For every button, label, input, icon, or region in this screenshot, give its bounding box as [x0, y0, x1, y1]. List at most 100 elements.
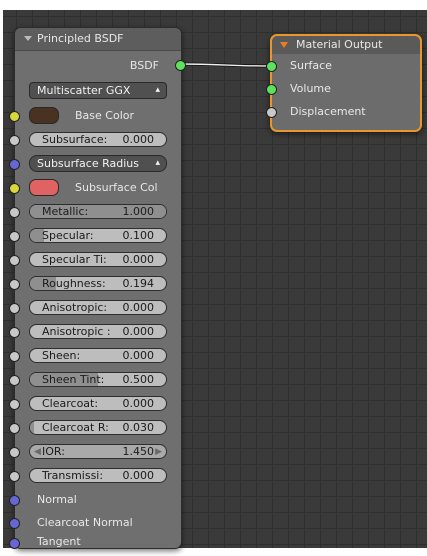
base-color-swatch[interactable]: [29, 107, 59, 124]
ior-field[interactable]: ◀ IOR: 1.450 ▶: [29, 444, 167, 459]
slider-label: Sheen:: [42, 349, 81, 362]
collapse-triangle-icon[interactable]: [280, 42, 288, 48]
subsurface-label: Subsurface:: [42, 133, 108, 146]
input-socket-tangent[interactable]: [9, 538, 20, 549]
node-title: Material Output: [296, 38, 383, 51]
input-socket[interactable]: [9, 327, 20, 338]
slider-row: Anisotropic: 0.000: [9, 298, 181, 318]
input-socket-surface[interactable]: [266, 61, 277, 72]
slider-row: Sheen: 0.000: [9, 346, 181, 366]
input-socket-ior[interactable]: [9, 447, 20, 458]
input-socket-base-color[interactable]: [9, 111, 20, 122]
collapse-triangle-icon[interactable]: [24, 36, 32, 41]
clearcoat-normal-label: Clearcoat Normal: [37, 516, 133, 529]
slider-row: Sheen Tint: 0.500: [9, 370, 181, 390]
slider-field[interactable]: Anisotropic: 0.000: [29, 300, 167, 315]
slider-label: Anisotropic :: [42, 325, 111, 338]
slider-row: Specular Ti: 0.000: [9, 250, 181, 270]
input-socket[interactable]: [9, 231, 20, 242]
slider-field[interactable]: Roughness: 0.194: [29, 276, 167, 291]
input-socket[interactable]: [9, 303, 20, 314]
slider-label: Specular:: [42, 229, 94, 242]
input-socket[interactable]: [9, 399, 20, 410]
slider-field[interactable]: Specular: 0.100: [29, 228, 167, 243]
normal-label: Normal: [37, 493, 77, 506]
slider-value: 0.000: [122, 397, 155, 410]
volume-input-row: Volume: [266, 79, 420, 99]
subsurface-radius-row: Subsurface Radius ▴: [9, 154, 181, 174]
node-title: Principled BSDF: [37, 32, 124, 45]
input-socket[interactable]: [9, 279, 20, 290]
principled-bsdf-node[interactable]: Principled BSDF BSDF Multiscatter GGX ▴ …: [9, 27, 186, 549]
slider-field[interactable]: Anisotropic : 0.000: [29, 324, 167, 339]
slider-label: Sheen Tint:: [42, 373, 105, 386]
slider-row: Anisotropic : 0.000: [9, 322, 181, 342]
slider-field[interactable]: Specular Ti: 0.000: [29, 252, 167, 267]
ior-label: IOR:: [42, 445, 65, 458]
node-header[interactable]: Principled BSDF: [15, 28, 181, 51]
slider-label: Clearcoat R:: [42, 421, 109, 434]
subsurface-value: 0.000: [122, 133, 155, 146]
slider-row: Roughness: 0.194: [9, 274, 181, 294]
slider-field[interactable]: Clearcoat R: 0.030: [29, 420, 167, 435]
base-color-row: Base Color: [9, 106, 181, 126]
displacement-label: Displacement: [290, 105, 366, 118]
volume-label: Volume: [290, 82, 331, 95]
subsurface-field[interactable]: Subsurface: 0.000: [29, 132, 167, 147]
input-socket-transmission[interactable]: [9, 471, 20, 482]
displacement-input-row: Displacement: [266, 102, 420, 122]
transmission-field[interactable]: Transmissi: 0.000: [29, 468, 167, 483]
tangent-row: Tangent: [9, 535, 181, 549]
slider-row: Metallic: 1.000: [9, 202, 181, 222]
output-label-bsdf: BSDF: [129, 59, 159, 72]
distribution-value: Multiscatter GGX: [37, 84, 131, 97]
subsurface-color-swatch[interactable]: [29, 179, 59, 196]
slider-field[interactable]: Clearcoat: 0.000: [29, 396, 167, 411]
subsurface-row: Subsurface: 0.000: [9, 130, 181, 150]
input-socket[interactable]: [9, 351, 20, 362]
input-socket-clearcoat-normal[interactable]: [9, 518, 20, 529]
input-socket-normal[interactable]: [9, 495, 20, 506]
input-socket-displacement[interactable]: [266, 107, 277, 118]
output-socket-bsdf[interactable]: [175, 60, 186, 71]
input-socket-subsurface-color[interactable]: [9, 183, 20, 194]
surface-input-row: Surface: [266, 56, 420, 76]
subsurface-color-row: Subsurface Col: [9, 178, 181, 198]
slider-label: Specular Ti:: [42, 253, 107, 266]
material-output-node[interactable]: Material Output Surface Volume Displacem…: [266, 34, 422, 132]
slider-row: Clearcoat: 0.000: [9, 394, 181, 414]
slider-value: 1.000: [122, 205, 155, 218]
ior-row: ◀ IOR: 1.450 ▶: [9, 442, 181, 462]
slider-field[interactable]: Sheen Tint: 0.500: [29, 372, 167, 387]
input-socket-volume[interactable]: [266, 84, 277, 95]
slider-value: 0.000: [122, 301, 155, 314]
input-socket[interactable]: [9, 423, 20, 434]
input-socket[interactable]: [9, 207, 20, 218]
distribution-row: Multiscatter GGX ▴: [15, 81, 181, 101]
slider-row: Clearcoat R: 0.030: [9, 418, 181, 438]
slider-field[interactable]: Metallic: 1.000: [29, 204, 167, 219]
dropdown-arrows-icon: ▴: [155, 85, 160, 95]
input-socket[interactable]: [9, 255, 20, 266]
slider-value: 0.000: [122, 349, 155, 362]
slider-value: 0.500: [122, 373, 155, 386]
slider-label: Clearcoat:: [42, 397, 99, 410]
slider-value: 0.000: [122, 253, 155, 266]
slider-label: Roughness:: [42, 277, 106, 290]
input-socket-subsurface-radius[interactable]: [9, 159, 20, 170]
clearcoat-normal-row: Clearcoat Normal: [9, 513, 181, 533]
slider-label: Anisotropic:: [42, 301, 108, 314]
node-header[interactable]: Material Output: [272, 36, 420, 54]
transmission-row: Transmissi: 0.000: [9, 466, 181, 486]
slider-field[interactable]: Sheen: 0.000: [29, 348, 167, 363]
slider-fill: [30, 421, 35, 434]
input-socket-subsurface[interactable]: [9, 135, 20, 146]
surface-label: Surface: [290, 59, 332, 72]
decrement-arrow-icon[interactable]: ◀: [34, 445, 41, 458]
slider-row: Specular: 0.100: [9, 226, 181, 246]
slider-value: 0.000: [122, 325, 155, 338]
subsurface-method-dropdown[interactable]: Subsurface Radius ▴: [29, 155, 167, 172]
increment-arrow-icon[interactable]: ▶: [155, 445, 162, 458]
distribution-dropdown[interactable]: Multiscatter GGX ▴: [29, 82, 167, 99]
input-socket[interactable]: [9, 375, 20, 386]
